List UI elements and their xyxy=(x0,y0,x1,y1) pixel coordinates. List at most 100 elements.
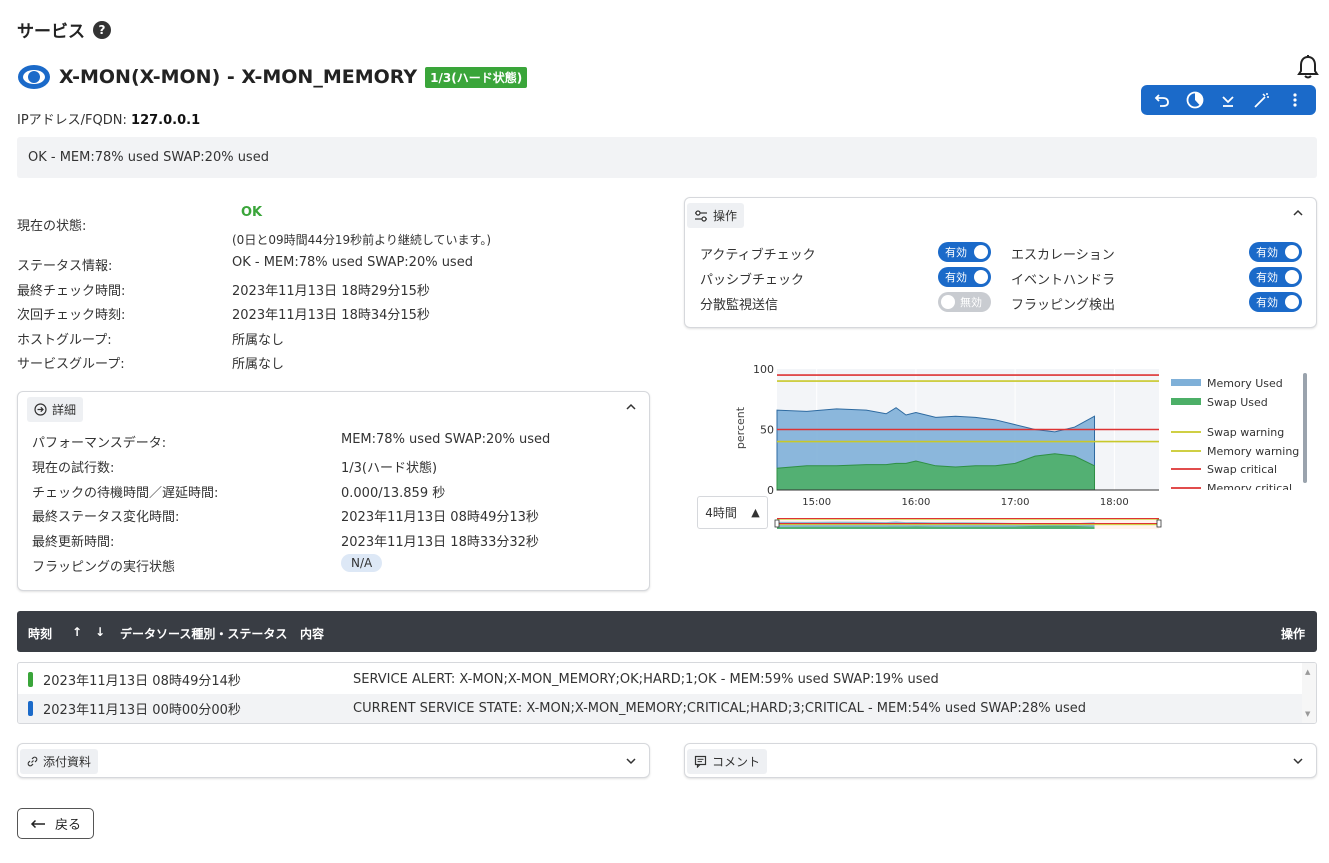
op-label-flap-detection: フラッピング検出 xyxy=(1011,298,1116,313)
toggle-passive-check[interactable]: 有効 xyxy=(938,267,991,287)
chevron-up-icon[interactable] xyxy=(625,403,637,411)
chart-x-ticks: 15:00 16:00 17:00 18:00 xyxy=(802,497,1128,508)
detail-value-last-change: 2023年11月13日 08時49分13秒 xyxy=(341,510,539,525)
more-vert-icon[interactable] xyxy=(1281,87,1309,113)
details-tag[interactable]: 詳細 xyxy=(27,397,84,422)
detail-label-last-change: 最終ステータス変化時間: xyxy=(32,510,180,525)
service-name: X-MON(X-MON) - X-MON_MEMORY xyxy=(59,66,418,88)
toggle-escalation-text: 有効 xyxy=(1256,246,1278,259)
toggle-event-handler[interactable]: 有効 xyxy=(1249,267,1302,287)
status-color-bar xyxy=(28,701,33,716)
operations-panel: 操作 アクティブチェック 有効 パッシブチェック 有効 分散監視送信 無効 エス… xyxy=(684,197,1317,328)
navigator-handle-left xyxy=(774,519,780,528)
chevron-down-icon[interactable] xyxy=(625,757,637,765)
row-time: 2023年11月13日 00時00分00秒 xyxy=(43,703,241,718)
action-toolbar xyxy=(1141,85,1316,115)
op-label-distributed: 分散監視送信 xyxy=(700,298,779,313)
sort-down-icon[interactable]: ↓ xyxy=(95,625,105,639)
row-content: CURRENT SERVICE STATE: X-MON;X-MON_MEMOR… xyxy=(353,701,1087,716)
toggle-escalation[interactable]: 有効 xyxy=(1249,242,1302,262)
help-icon[interactable]: ? xyxy=(93,20,111,39)
attachments-tag-label: 添付資料 xyxy=(43,755,92,769)
legend-swatch xyxy=(1171,398,1201,405)
back-button[interactable]: 戻る xyxy=(17,808,94,839)
detail-value-perf: MEM:78% used SWAP:20% used xyxy=(341,432,551,447)
navigator-handle-right xyxy=(1156,519,1162,528)
x-tick-label: 15:00 xyxy=(802,497,831,508)
range-select-value: 4時間 xyxy=(705,506,737,520)
operations-tag[interactable]: 操作 xyxy=(687,203,745,228)
next-check-label: 次回チェック時刻: xyxy=(17,308,126,323)
host-group-label: ホストグループ: xyxy=(17,333,112,348)
chevron-down-icon[interactable] xyxy=(1292,757,1304,765)
comments-tag[interactable]: コメント xyxy=(687,749,768,774)
table-row[interactable]: 2023年11月13日 00時00分00秒 CURRENT SERVICE ST… xyxy=(18,694,1302,723)
toggle-knob xyxy=(1285,295,1299,309)
header-time[interactable]: 時刻 xyxy=(28,625,52,642)
detail-value-last-update: 2023年11月13日 18時33分32秒 xyxy=(341,535,539,550)
detail-value-latency: 0.000/13.859 秒 xyxy=(341,486,446,501)
state-duration: (0日と09時間44分19秒前より継続しています。) xyxy=(232,233,492,247)
ip-label: IPアドレス/FQDN: xyxy=(17,113,127,128)
comment-icon xyxy=(694,755,707,768)
legend-label: Memory Used xyxy=(1207,377,1283,390)
eye-icon xyxy=(18,65,50,89)
toggle-knob xyxy=(1285,245,1299,259)
row-content: SERVICE ALERT: X-MON;X-MON_MEMORY;OK;HAR… xyxy=(353,672,939,687)
header-content: 内容 xyxy=(300,627,325,641)
comments-panel[interactable]: コメント xyxy=(684,743,1317,778)
y-tick-label: 50 xyxy=(760,424,774,437)
legend-swatch xyxy=(1171,379,1201,386)
detail-label-perf: パフォーマンスデータ: xyxy=(32,436,167,451)
log-table-header: 時刻 ↑ ↓ データソース種別・ステータス 内容 操作 xyxy=(17,611,1317,652)
chart-y-label: percent xyxy=(734,406,747,449)
ip-value: 127.0.0.1 xyxy=(131,113,201,128)
attachments-panel[interactable]: 添付資料 xyxy=(17,743,650,778)
range-select[interactable]: 4時間 ▲ xyxy=(697,496,768,529)
toggle-flap-detection[interactable]: 有効 xyxy=(1249,292,1302,312)
scrollbar[interactable]: ▲ ▼ xyxy=(1302,663,1316,723)
bell-icon[interactable] xyxy=(1297,54,1319,80)
scroll-down-icon[interactable]: ▼ xyxy=(1305,710,1310,718)
operations-tag-label: 操作 xyxy=(713,209,738,223)
download-icon[interactable] xyxy=(1214,87,1242,113)
legend-scrollbar[interactable] xyxy=(1303,373,1307,483)
chevron-up-icon[interactable] xyxy=(1292,209,1304,217)
y-tick-label: 0 xyxy=(767,484,774,497)
attachments-tag[interactable]: 添付資料 xyxy=(20,749,99,774)
undo-icon[interactable] xyxy=(1148,87,1176,113)
sort-up-icon[interactable]: ↑ xyxy=(72,625,82,639)
x-tick-label: 18:00 xyxy=(1100,497,1129,508)
details-panel: 詳細 パフォーマンスデータ: MEM:78% used SWAP:20% use… xyxy=(17,391,650,591)
detail-label-last-update: 最終更新時間: xyxy=(32,535,115,550)
op-label-active-check: アクティブチェック xyxy=(700,248,816,263)
x-tick-label: 16:00 xyxy=(901,497,930,508)
detail-label-flapping: フラッピングの実行状態 xyxy=(32,560,176,575)
toggle-active-check[interactable]: 有効 xyxy=(938,242,991,262)
pie-chart-icon[interactable] xyxy=(1181,87,1209,113)
current-state-value: OK xyxy=(241,205,263,220)
toggle-event-handler-text: 有効 xyxy=(1256,271,1278,284)
toggle-distributed-text: 無効 xyxy=(960,296,982,309)
state-badge: 1/3(ハード状態) xyxy=(425,66,528,88)
arrow-left-icon xyxy=(30,819,45,828)
status-info-value: OK - MEM:78% used SWAP:20% used xyxy=(232,255,473,270)
toggle-distributed[interactable]: 無効 xyxy=(938,292,991,312)
legend-label: Memory warning xyxy=(1207,445,1299,458)
wand-icon[interactable] xyxy=(1248,87,1276,113)
x-tick-label: 17:00 xyxy=(1001,497,1030,508)
ip-line: IPアドレス/FQDN: 127.0.0.1 xyxy=(17,109,200,128)
table-row[interactable]: 2023年11月13日 08時49分14秒 SERVICE ALERT: X-M… xyxy=(18,665,1302,694)
toggle-knob xyxy=(974,245,988,259)
scroll-up-icon[interactable]: ▲ xyxy=(1305,668,1310,676)
details-tag-label: 詳細 xyxy=(52,403,77,417)
performance-chart[interactable]: 0 50 100 15:00 16:00 17:00 18:00 percent Memo… xyxy=(697,355,1317,535)
service-group-label: サービスグループ: xyxy=(17,357,125,372)
op-label-escalation: エスカレーション xyxy=(1011,248,1115,263)
detail-value-attempt: 1/3(ハード状態) xyxy=(341,461,438,476)
service-group-value: 所属なし xyxy=(232,357,285,372)
plugin-output: OK - MEM:78% used SWAP:20% used xyxy=(17,137,1317,178)
arrow-circle-icon xyxy=(34,403,47,416)
status-info-label: ステータス情報: xyxy=(17,259,113,274)
log-table: 2023年11月13日 08時49分14秒 SERVICE ALERT: X-M… xyxy=(17,662,1317,724)
